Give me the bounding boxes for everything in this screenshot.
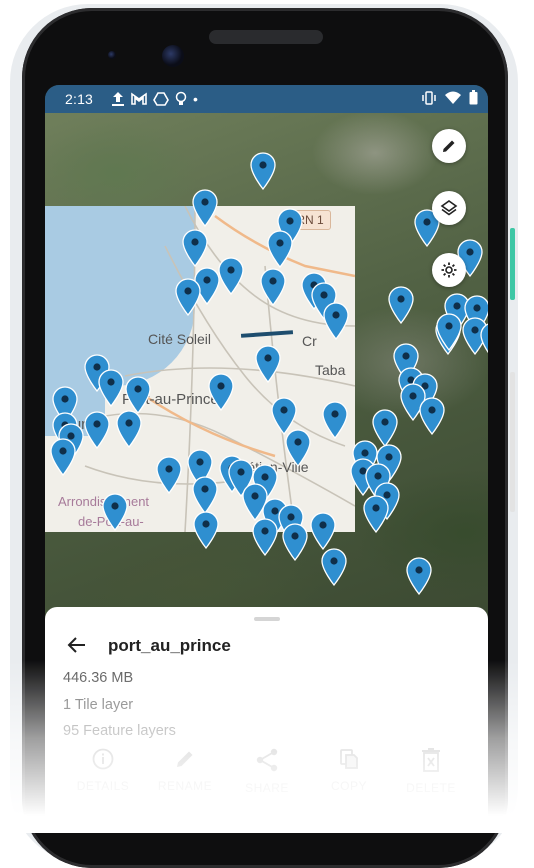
info-icon: [92, 748, 114, 770]
action-bar: DETAILS RENAME SHARE COPY DELETE: [45, 747, 488, 807]
wifi-icon: [445, 91, 461, 104]
map-pin-icon[interactable]: [282, 523, 308, 561]
label-croix: Cr: [302, 333, 317, 349]
pencil-icon: [177, 751, 193, 767]
map-pin-icon[interactable]: [84, 411, 110, 449]
map-pin-icon[interactable]: [436, 313, 462, 351]
map-pin-icon[interactable]: [310, 512, 336, 550]
map-pin-icon[interactable]: [260, 268, 286, 306]
map-pin-icon[interactable]: [323, 302, 349, 340]
map-pin-icon[interactable]: [192, 476, 218, 514]
map-pin-icon[interactable]: [322, 401, 348, 439]
pencil-icon: [443, 140, 455, 152]
map-details-sheet: port_au_prince 446.36 MB 1 Tile layer 95…: [45, 607, 488, 833]
trash-icon: [422, 748, 440, 772]
label-tabarre: Taba: [315, 362, 346, 378]
map-pin-icon[interactable]: [125, 376, 151, 414]
details-button[interactable]: DETAILS: [63, 747, 143, 793]
map-pin-icon[interactable]: [98, 369, 124, 407]
status-bar: 2:13 •: [45, 85, 488, 113]
bulb-icon: [175, 91, 187, 105]
volume-button: [510, 372, 515, 512]
map-pin-icon[interactable]: [406, 557, 432, 595]
delete-button[interactable]: DELETE: [391, 747, 471, 795]
layers-button[interactable]: [432, 191, 466, 225]
rename-label: RENAME: [157, 779, 213, 793]
rename-button[interactable]: RENAME: [145, 747, 225, 793]
map-pin-icon[interactable]: [192, 189, 218, 227]
map-title: port_au_prince: [108, 636, 231, 655]
map-pin-icon[interactable]: [480, 322, 488, 360]
battery-icon: [469, 90, 478, 105]
back-button[interactable]: [67, 635, 87, 660]
front-camera: [162, 45, 184, 67]
map-pin-icon[interactable]: [102, 493, 128, 531]
map-pin-icon[interactable]: [285, 429, 311, 467]
arrow-left-icon: [67, 637, 85, 653]
map-pin-icon[interactable]: [175, 278, 201, 316]
screen: 2:13 • RN 1 Cité Soleil Cr Taba Port-au-…: [45, 85, 488, 833]
drive-icon: [153, 92, 169, 106]
notification-dot: •: [193, 91, 198, 107]
map-pin-icon[interactable]: [363, 495, 389, 533]
gmail-icon: [131, 92, 147, 105]
map-pin-icon[interactable]: [182, 229, 208, 267]
map-pin-icon[interactable]: [419, 397, 445, 435]
map-pin-icon[interactable]: [50, 438, 76, 476]
map-view[interactable]: RN 1 Cité Soleil Cr Taba Port-au-Prince …: [45, 113, 488, 613]
power-button: [510, 228, 515, 300]
feature-layer-count: 95 Feature layers: [63, 723, 176, 739]
tile-layer-count: 1 Tile layer: [63, 697, 134, 713]
map-pin-icon[interactable]: [193, 511, 219, 549]
earpiece-speaker: [209, 30, 323, 44]
share-button[interactable]: SHARE: [227, 747, 307, 795]
details-label: DETAILS: [76, 779, 130, 793]
map-pin-icon[interactable]: [255, 345, 281, 383]
layers-icon: [440, 200, 458, 216]
map-pin-icon[interactable]: [321, 548, 347, 586]
delete-label: DELETE: [406, 781, 456, 795]
sheet-drag-handle[interactable]: [254, 617, 280, 621]
share-label: SHARE: [245, 781, 289, 795]
map-pin-icon[interactable]: [218, 257, 244, 295]
map-pin-icon[interactable]: [252, 518, 278, 556]
map-settings-button[interactable]: [432, 253, 466, 287]
vibrate-icon: [422, 90, 436, 105]
copy-button[interactable]: COPY: [309, 747, 389, 793]
sensor: [108, 51, 116, 59]
label-cite-soleil: Cité Soleil: [148, 331, 212, 347]
status-time: 2:13: [65, 91, 94, 107]
copy-icon: [340, 749, 358, 769]
map-pin-icon[interactable]: [208, 373, 234, 411]
share-icon: [256, 748, 278, 772]
map-pin-icon[interactable]: [267, 230, 293, 268]
map-size: 446.36 MB: [63, 670, 134, 686]
map-pin-icon[interactable]: [388, 286, 414, 324]
map-pin-icon[interactable]: [156, 456, 182, 494]
gear-icon: [441, 262, 457, 278]
map-pin-icon[interactable]: [250, 152, 276, 190]
map-pin-icon[interactable]: [116, 410, 142, 448]
edit-map-button[interactable]: [432, 129, 466, 163]
copy-label: COPY: [330, 779, 367, 793]
upload-icon: [112, 92, 124, 106]
